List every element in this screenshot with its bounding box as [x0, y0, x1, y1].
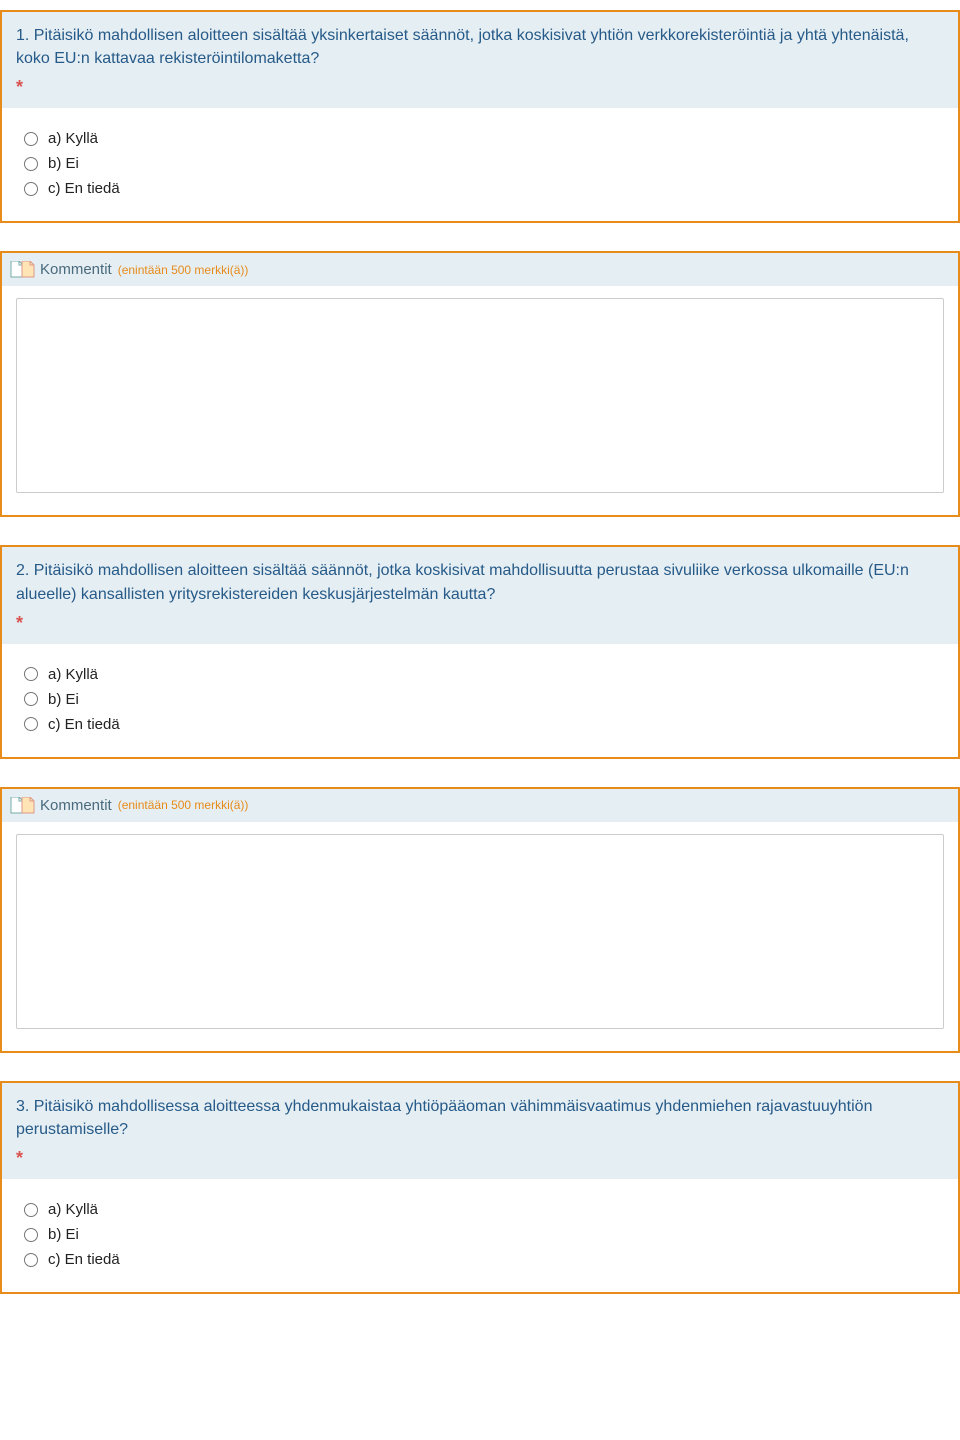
option-c[interactable]: c) En tiedä: [24, 716, 936, 733]
comment-header: Kommentit (enintään 500 merkki(ä)): [2, 253, 958, 286]
option-label: a) Kyllä: [48, 1201, 98, 1218]
radio-c[interactable]: [24, 1253, 38, 1267]
option-c[interactable]: c) En tiedä: [24, 180, 936, 197]
question-text: 3. Pitäisikö mahdollisessa aloitteessa y…: [16, 1098, 872, 1138]
option-label: c) En tiedä: [48, 1251, 120, 1268]
radio-a[interactable]: [24, 1203, 38, 1217]
option-label: a) Kyllä: [48, 130, 98, 147]
comment-header: Kommentit (enintään 500 merkki(ä)): [2, 789, 958, 822]
option-a[interactable]: a) Kyllä: [24, 130, 936, 147]
options-group: a) Kyllä b) Ei c) En tiedä: [2, 108, 958, 221]
doc-icons: [10, 261, 32, 278]
radio-a[interactable]: [24, 132, 38, 146]
question-block-3: 3. Pitäisikö mahdollisessa aloitteessa y…: [0, 1081, 960, 1294]
comment-input[interactable]: [16, 298, 944, 493]
question-header: 1. Pitäisikö mahdollisen aloitteen sisäl…: [2, 12, 958, 108]
radio-b[interactable]: [24, 1228, 38, 1242]
options-group: a) Kyllä b) Ei c) En tiedä: [2, 644, 958, 757]
option-b[interactable]: b) Ei: [24, 155, 936, 172]
option-b[interactable]: b) Ei: [24, 691, 936, 708]
option-label: b) Ei: [48, 1226, 79, 1243]
option-label: b) Ei: [48, 155, 79, 172]
radio-c[interactable]: [24, 717, 38, 731]
textarea-wrap: [2, 286, 958, 515]
doc-icons: [10, 797, 32, 814]
comment-input[interactable]: [16, 834, 944, 1029]
comment-hint: (enintään 500 merkki(ä)): [118, 263, 249, 277]
textarea-wrap: [2, 822, 958, 1051]
option-a[interactable]: a) Kyllä: [24, 1201, 936, 1218]
question-text: 2. Pitäisikö mahdollisen aloitteen sisäl…: [16, 562, 909, 602]
comment-block-2: Kommentit (enintään 500 merkki(ä)): [0, 787, 960, 1053]
question-header: 2. Pitäisikö mahdollisen aloitteen sisäl…: [2, 547, 958, 643]
option-label: c) En tiedä: [48, 716, 120, 733]
option-a[interactable]: a) Kyllä: [24, 666, 936, 683]
question-text: 1. Pitäisikö mahdollisen aloitteen sisäl…: [16, 27, 909, 67]
option-c[interactable]: c) En tiedä: [24, 1251, 936, 1268]
document-icon: [21, 797, 35, 814]
required-marker: *: [16, 610, 944, 636]
radio-b[interactable]: [24, 692, 38, 706]
radio-a[interactable]: [24, 667, 38, 681]
question-block-2: 2. Pitäisikö mahdollisen aloitteen sisäl…: [0, 545, 960, 758]
comment-title: Kommentit: [40, 797, 112, 814]
option-b[interactable]: b) Ei: [24, 1226, 936, 1243]
option-label: c) En tiedä: [48, 180, 120, 197]
options-group: a) Kyllä b) Ei c) En tiedä: [2, 1179, 958, 1292]
radio-c[interactable]: [24, 182, 38, 196]
option-label: a) Kyllä: [48, 666, 98, 683]
question-header: 3. Pitäisikö mahdollisessa aloitteessa y…: [2, 1083, 958, 1179]
question-block-1: 1. Pitäisikö mahdollisen aloitteen sisäl…: [0, 10, 960, 223]
option-label: b) Ei: [48, 691, 79, 708]
comment-hint: (enintään 500 merkki(ä)): [118, 798, 249, 812]
required-marker: *: [16, 74, 944, 100]
comment-title: Kommentit: [40, 261, 112, 278]
comment-block-1: Kommentit (enintään 500 merkki(ä)): [0, 251, 960, 517]
required-marker: *: [16, 1145, 944, 1171]
document-icon: [21, 261, 35, 278]
radio-b[interactable]: [24, 157, 38, 171]
